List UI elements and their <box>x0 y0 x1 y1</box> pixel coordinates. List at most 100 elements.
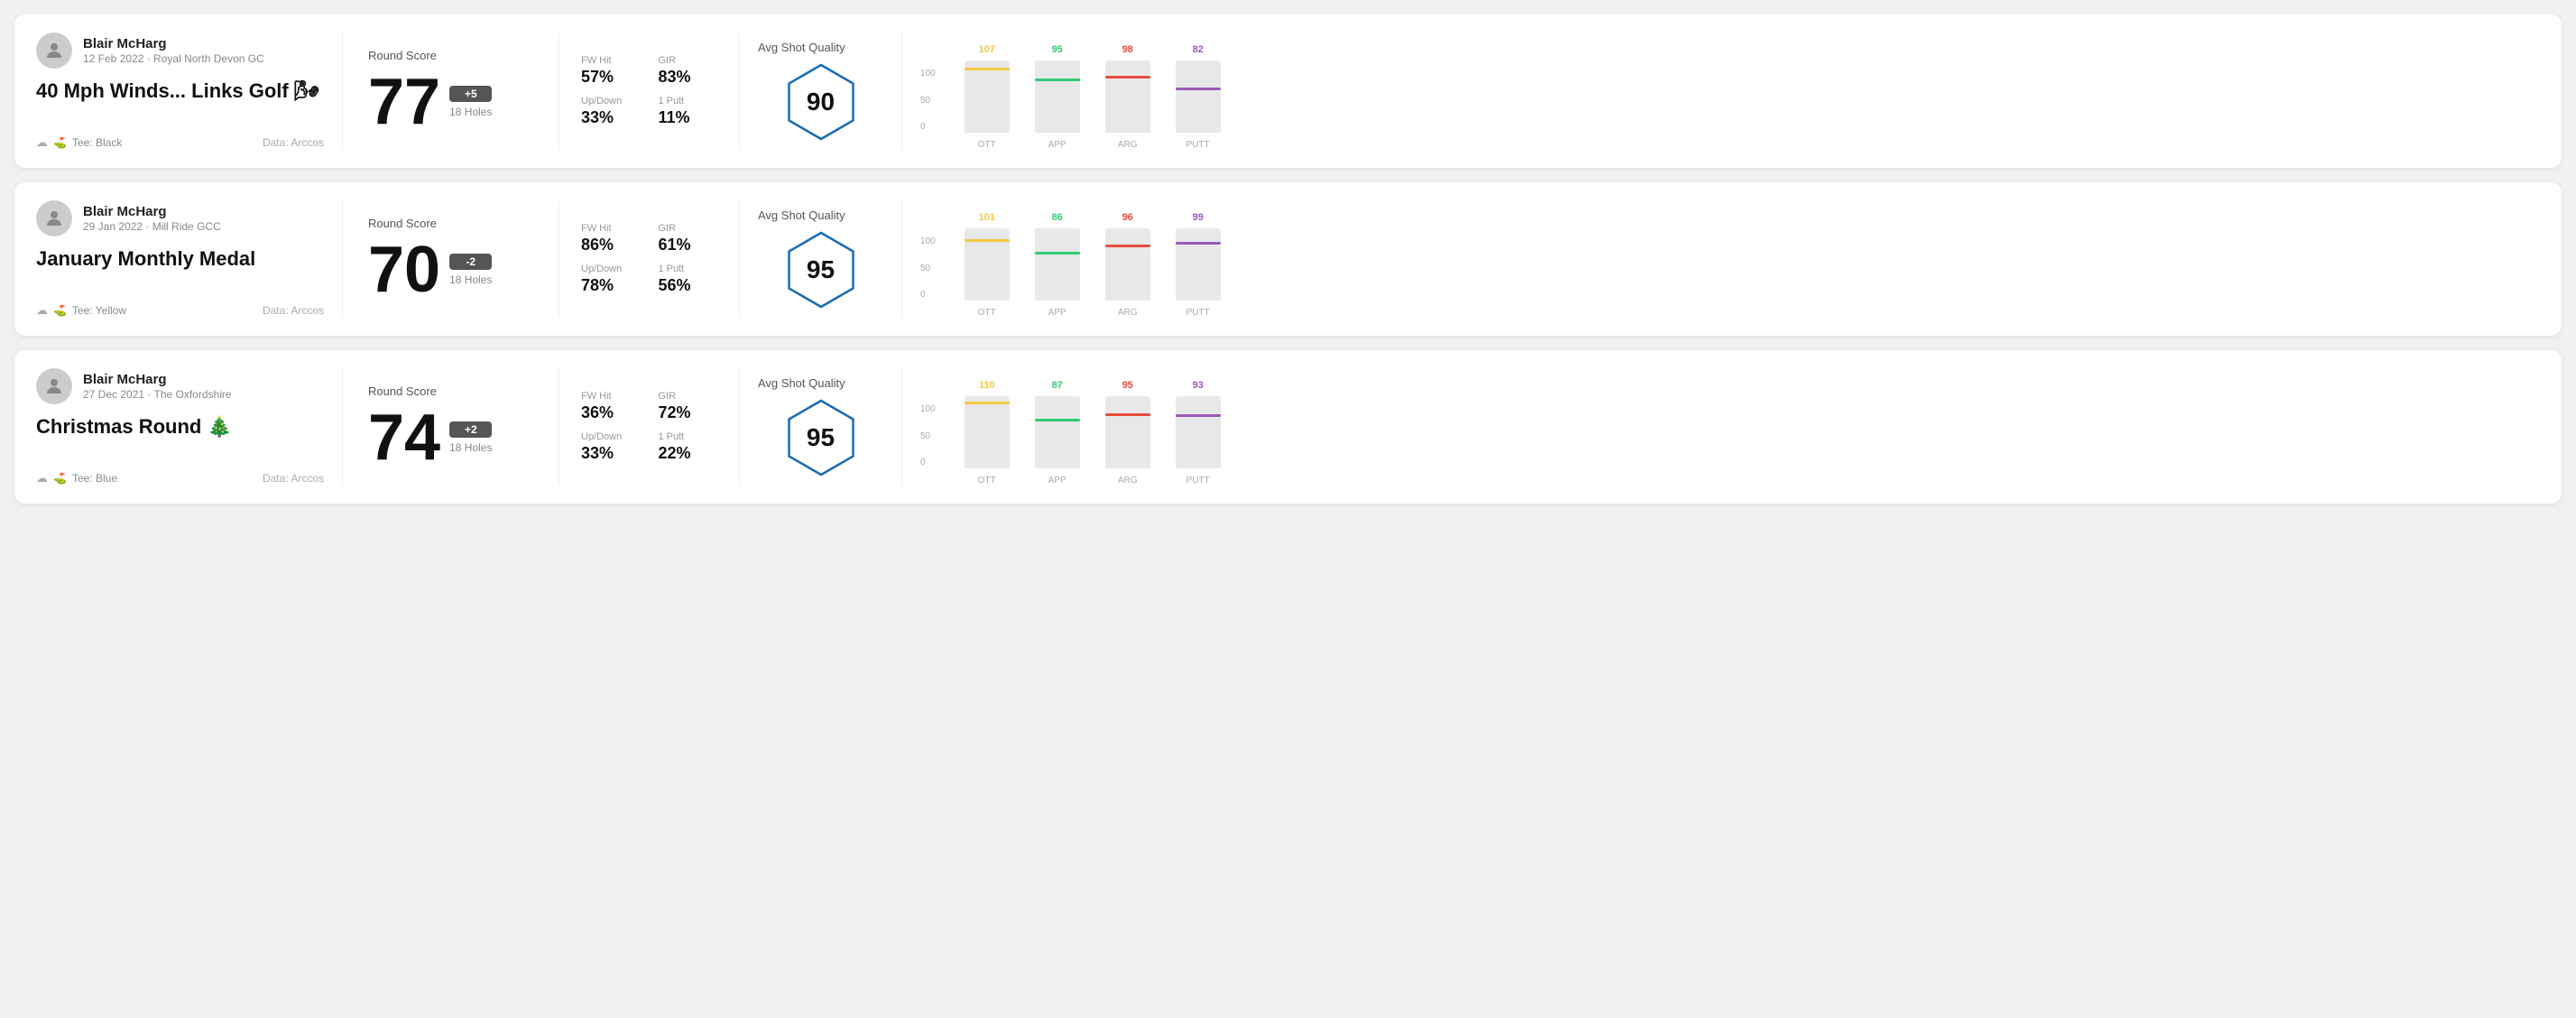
bar-line-app <box>1035 419 1080 421</box>
stats-section-0: FW Hit 57% GIR 83% Up/Down 33% 1 Putt 11… <box>559 32 740 150</box>
bar-value-app: 95 <box>1035 44 1080 55</box>
bar-fill-app <box>1035 79 1080 133</box>
bar-fill-putt <box>1176 414 1221 468</box>
avatar-0 <box>36 32 72 69</box>
hex-score-1: 95 <box>807 255 835 284</box>
bar-chart: 100 50 0 107 OTT 95 APP 98 ARG <box>920 32 2525 150</box>
oneputt-label-1: 1 Putt <box>659 264 718 274</box>
bar-fill-ott <box>965 239 1010 301</box>
tee-label-0: Tee: Black <box>72 136 122 149</box>
updown-label-2: Up/Down <box>581 431 641 442</box>
gir-label-1: GIR <box>659 223 718 234</box>
middle-section-1: Round Score 70 -2 18 Holes <box>343 200 559 318</box>
score-label-2: Round Score <box>368 384 533 398</box>
updown-item-1: Up/Down 78% <box>581 264 641 295</box>
holes-label-2: 18 Holes <box>449 441 492 454</box>
bar-fill-putt <box>1176 242 1221 301</box>
gir-value-0: 83% <box>659 68 718 87</box>
y-label-0: 0 <box>920 122 936 132</box>
quality-section-2: Avg Shot Quality 95 <box>740 368 902 486</box>
score-row-0: 77 +5 18 Holes <box>368 69 533 134</box>
stats-section-2: FW Hit 36% GIR 72% Up/Down 33% 1 Putt 22… <box>559 368 740 486</box>
bar-line-putt <box>1176 242 1221 245</box>
bar-value-arg: 96 <box>1105 212 1150 223</box>
updown-value-0: 33% <box>581 108 641 127</box>
stats-grid-2: FW Hit 36% GIR 72% Up/Down 33% 1 Putt 22… <box>581 391 717 463</box>
quality-label-0: Avg Shot Quality <box>758 41 845 54</box>
score-number-1: 70 <box>368 237 440 302</box>
bar-wrapper-app <box>1035 228 1080 301</box>
round-title-1: January Monthly Medal <box>36 247 324 271</box>
bar-label-app: APP <box>1048 476 1066 486</box>
bar-col-app: 86 APP <box>1035 228 1080 318</box>
score-diff-1: -2 <box>449 254 492 270</box>
bar-value-app: 86 <box>1035 212 1080 223</box>
updown-label-0: Up/Down <box>581 96 641 106</box>
bar-value-putt: 99 <box>1176 212 1221 223</box>
gir-value-1: 61% <box>659 236 718 255</box>
gir-value-2: 72% <box>659 403 718 422</box>
user-name-2: Blair McHarg <box>83 372 232 387</box>
bar-fill-arg <box>1105 413 1150 468</box>
gir-label-0: GIR <box>659 55 718 66</box>
hexagon-2: 95 <box>780 397 862 478</box>
score-row-1: 70 -2 18 Holes <box>368 237 533 302</box>
stats-grid-1: FW Hit 86% GIR 61% Up/Down 78% 1 Putt 56… <box>581 223 717 295</box>
bar-wrapper-app <box>1035 60 1080 133</box>
bag-icon-2: ⛳ <box>53 472 67 485</box>
y-axis: 100 50 0 <box>920 236 936 318</box>
score-number-0: 77 <box>368 69 440 134</box>
round-title-0: 40 Mph Winds... Links Golf 🌬 <box>36 79 324 103</box>
tee-row-0: ☁ ⛳ Tee: Black Data: Arccos <box>36 135 324 150</box>
bar-fill-ott <box>965 68 1010 133</box>
tee-label-1: Tee: Yellow <box>72 304 126 317</box>
bar-col-putt: 82 PUTT <box>1176 60 1221 150</box>
y-label-50: 50 <box>920 264 936 273</box>
bar-line-ott <box>965 402 1010 404</box>
left-section-2: Blair McHarg 27 Dec 2021 · The Oxfordshi… <box>36 368 343 486</box>
hex-score-0: 90 <box>807 88 835 116</box>
oneputt-value-0: 11% <box>659 108 718 127</box>
oneputt-value-1: 56% <box>659 276 718 295</box>
user-meta-1: 29 Jan 2022 · Mill Ride GCC <box>83 220 221 233</box>
left-section-0: Blair McHarg 12 Feb 2022 · Royal North D… <box>36 32 343 150</box>
bar-col-ott: 107 OTT <box>965 60 1010 150</box>
round-title-2: Christmas Round 🎄 <box>36 415 324 439</box>
user-text-2: Blair McHarg 27 Dec 2021 · The Oxfordshi… <box>83 372 232 401</box>
score-label-0: Round Score <box>368 49 533 62</box>
bar-line-arg <box>1105 245 1150 247</box>
bar-line-putt <box>1176 414 1221 417</box>
bar-label-ott: OTT <box>978 308 996 318</box>
gir-label-2: GIR <box>659 391 718 402</box>
fw-hit-item-2: FW Hit 36% <box>581 391 641 422</box>
cloud-icon-1: ☁ <box>36 303 48 318</box>
bar-line-arg <box>1105 413 1150 416</box>
bar-value-ott: 110 <box>965 380 1010 391</box>
tee-info-0: ☁ ⛳ Tee: Black <box>36 135 122 150</box>
user-info-2: Blair McHarg 27 Dec 2021 · The Oxfordshi… <box>36 368 324 404</box>
bar-label-app: APP <box>1048 308 1066 318</box>
bar-col-app: 95 APP <box>1035 60 1080 150</box>
cloud-icon-0: ☁ <box>36 135 48 150</box>
gir-item-0: GIR 83% <box>659 55 718 87</box>
oneputt-item-2: 1 Putt 22% <box>659 431 718 463</box>
updown-item-0: Up/Down 33% <box>581 96 641 127</box>
quality-section-0: Avg Shot Quality 90 <box>740 32 902 150</box>
bar-line-app <box>1035 79 1080 81</box>
bar-col-arg: 98 ARG <box>1105 60 1150 150</box>
bar-chart: 100 50 0 110 OTT 87 APP 95 ARG <box>920 368 2525 486</box>
bag-icon-1: ⛳ <box>53 304 67 317</box>
bar-label-putt: PUTT <box>1186 476 1210 486</box>
bar-wrapper-putt <box>1176 60 1221 133</box>
y-label-0: 0 <box>920 458 936 467</box>
middle-section-0: Round Score 77 +5 18 Holes <box>343 32 559 150</box>
bar-label-arg: ARG <box>1118 308 1138 318</box>
bar-fill-arg <box>1105 76 1150 133</box>
updown-label-1: Up/Down <box>581 264 641 274</box>
y-axis: 100 50 0 <box>920 404 936 486</box>
fw-hit-value-0: 57% <box>581 68 641 87</box>
oneputt-item-1: 1 Putt 56% <box>659 264 718 295</box>
round-card-2: Blair McHarg 27 Dec 2021 · The Oxfordshi… <box>14 350 2562 504</box>
hexagon-0: 90 <box>780 61 862 143</box>
bar-label-arg: ARG <box>1118 140 1138 150</box>
